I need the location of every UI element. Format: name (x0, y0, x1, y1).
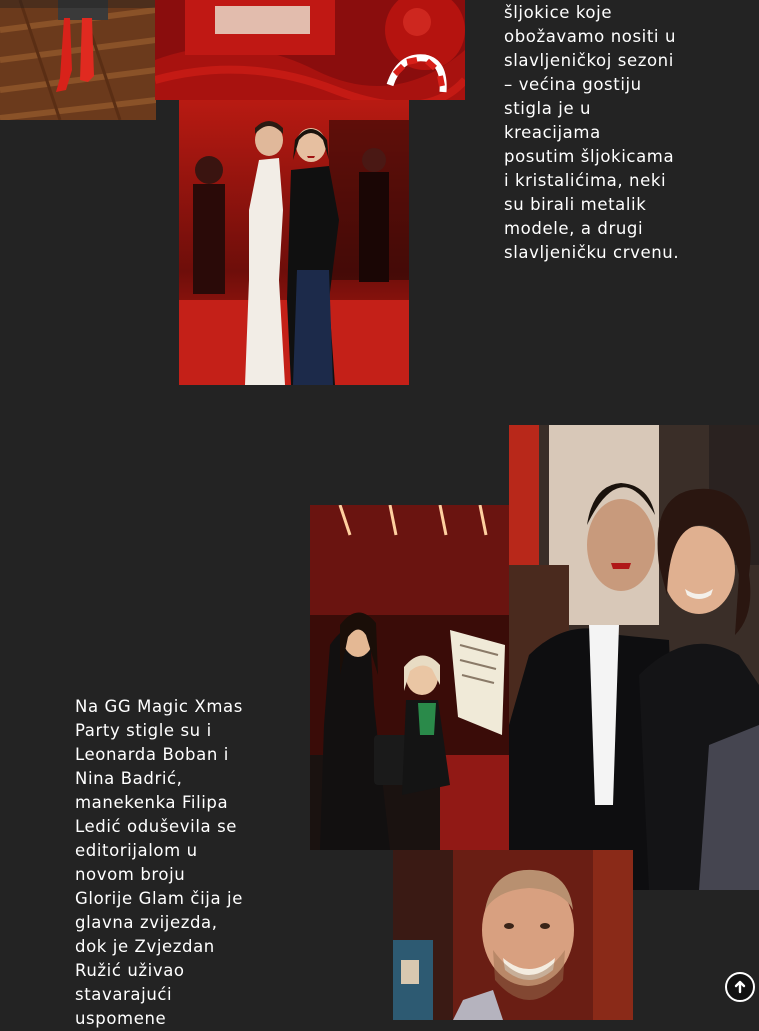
photo-magazine-reading (310, 505, 510, 850)
photo-man-smiling (393, 850, 633, 1020)
scroll-to-top-button[interactable] (725, 972, 755, 1002)
article-paragraph-left: Na GG Magic Xmas Party stigle su i Leona… (75, 697, 243, 1028)
photo-gift-box (155, 0, 465, 100)
arrow-up-circle-icon (732, 979, 748, 995)
photo-two-women-portrait (509, 425, 759, 890)
photo-two-guests (179, 100, 409, 385)
photo-red-boots (0, 0, 156, 120)
article-paragraph-right: šljokice koje obožavamo nositi u slavlje… (504, 3, 680, 262)
